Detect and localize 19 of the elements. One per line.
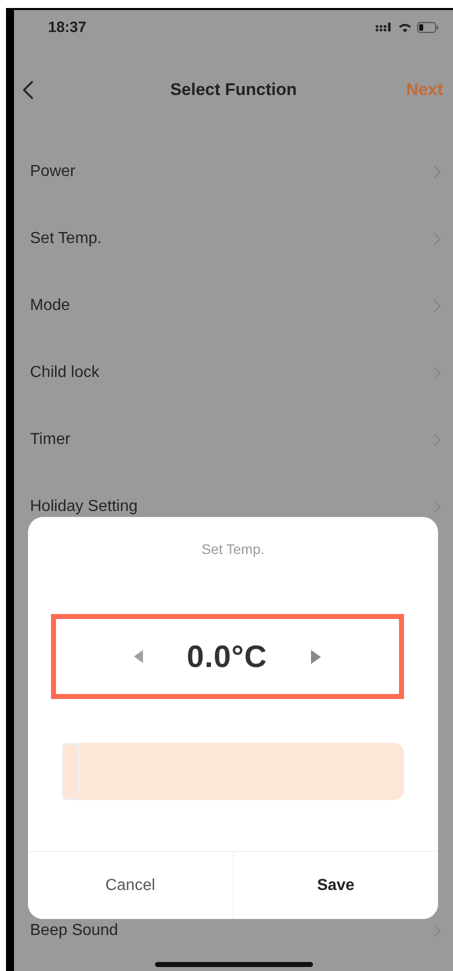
save-button[interactable]: Save: [232, 852, 438, 919]
function-label: Beep Sound: [30, 922, 118, 940]
screen-title: Select Function: [170, 80, 297, 100]
slider-thumb[interactable]: [62, 743, 80, 800]
function-label: Timer: [30, 430, 70, 448]
function-label: Holiday Setting: [30, 498, 138, 516]
signal-icon: [375, 22, 393, 32]
right-triangle-icon[interactable]: [311, 650, 322, 664]
status-time: 18:37: [48, 18, 86, 36]
wifi-icon: [398, 22, 412, 32]
function-label: Set Temp.: [30, 230, 102, 248]
temperature-value: 0.0°C: [186, 638, 268, 674]
battery-icon: [417, 22, 439, 32]
left-triangle-icon[interactable]: [134, 650, 143, 663]
dialog-title: Set Temp.: [202, 540, 264, 559]
function-label: Mode: [30, 296, 70, 314]
function-label: Child lock: [30, 364, 100, 382]
back-icon[interactable]: [22, 80, 34, 100]
function-label: Power: [30, 162, 76, 180]
